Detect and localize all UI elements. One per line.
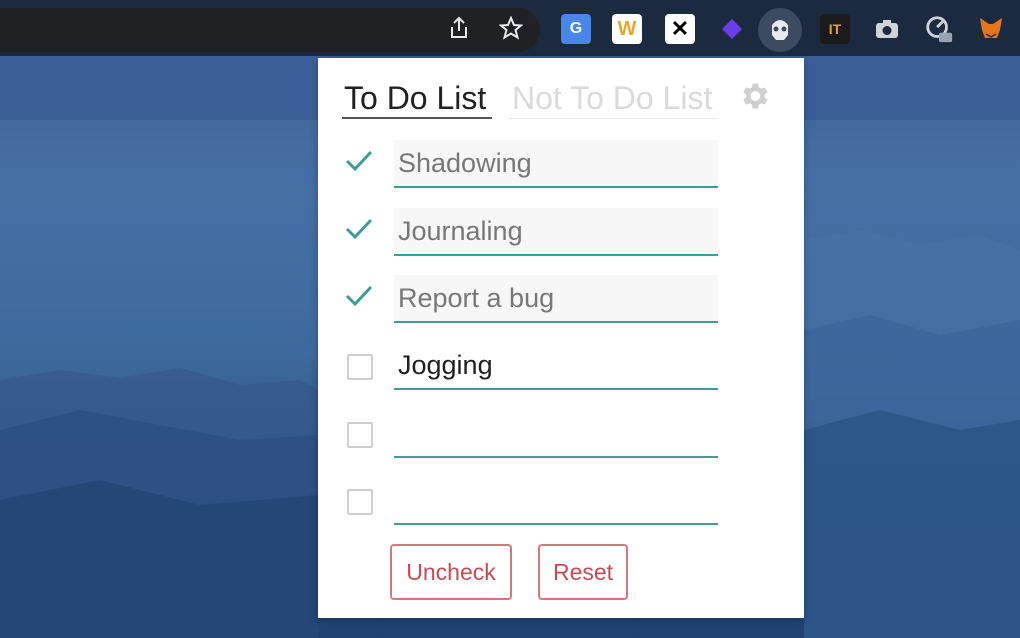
todo-input[interactable]: Report a bug	[394, 275, 718, 323]
reset-button[interactable]: Reset	[538, 544, 628, 600]
todo-checkbox[interactable]	[347, 489, 373, 515]
camera-icon[interactable]	[872, 14, 902, 44]
checkmark-icon[interactable]	[344, 281, 374, 311]
metamask-fox-icon[interactable]	[976, 14, 1006, 44]
purple-gem-icon[interactable]	[717, 14, 747, 44]
share-icon[interactable]	[445, 14, 473, 42]
todo-item	[318, 410, 804, 472]
x-extension-icon[interactable]: ✕	[665, 14, 695, 44]
browser-toolbar: G W ✕ IT	[0, 0, 1020, 56]
w-extension-icon[interactable]: W	[612, 14, 642, 44]
todo-input[interactable]: Journaling	[394, 208, 718, 256]
todo-item: Jogging	[318, 342, 804, 404]
todo-item: Report a bug	[318, 275, 804, 337]
gear-icon[interactable]	[736, 78, 772, 114]
todo-item: Journaling	[318, 208, 804, 270]
uncheck-button[interactable]: Uncheck	[390, 544, 512, 600]
tab-not-to-do-list[interactable]: Not To Do List	[512, 76, 712, 122]
stormtrooper-icon[interactable]	[765, 14, 795, 44]
google-translate-icon[interactable]: G	[561, 14, 591, 44]
todo-input[interactable]: Jogging	[394, 342, 718, 390]
tab-active-underline	[342, 117, 492, 119]
bookmark-star-icon[interactable]	[497, 14, 525, 42]
todo-item: Shadowing	[318, 140, 804, 202]
todo-input[interactable]	[394, 410, 718, 458]
tab-to-do-list[interactable]: To Do List	[344, 76, 486, 122]
checkmark-icon[interactable]	[344, 214, 374, 244]
todo-input[interactable]	[394, 477, 718, 525]
todo-item	[318, 477, 804, 539]
it-extension-icon[interactable]: IT	[820, 14, 850, 44]
tab-inactive-underline	[508, 118, 718, 119]
gauge-icon[interactable]	[924, 14, 954, 44]
checkmark-icon[interactable]	[344, 146, 374, 176]
todo-checkbox[interactable]	[347, 354, 373, 380]
todo-checkbox[interactable]	[347, 422, 373, 448]
todo-input[interactable]: Shadowing	[394, 140, 718, 188]
todo-popup: To Do List Not To Do List Shadowing Jour…	[318, 58, 804, 618]
